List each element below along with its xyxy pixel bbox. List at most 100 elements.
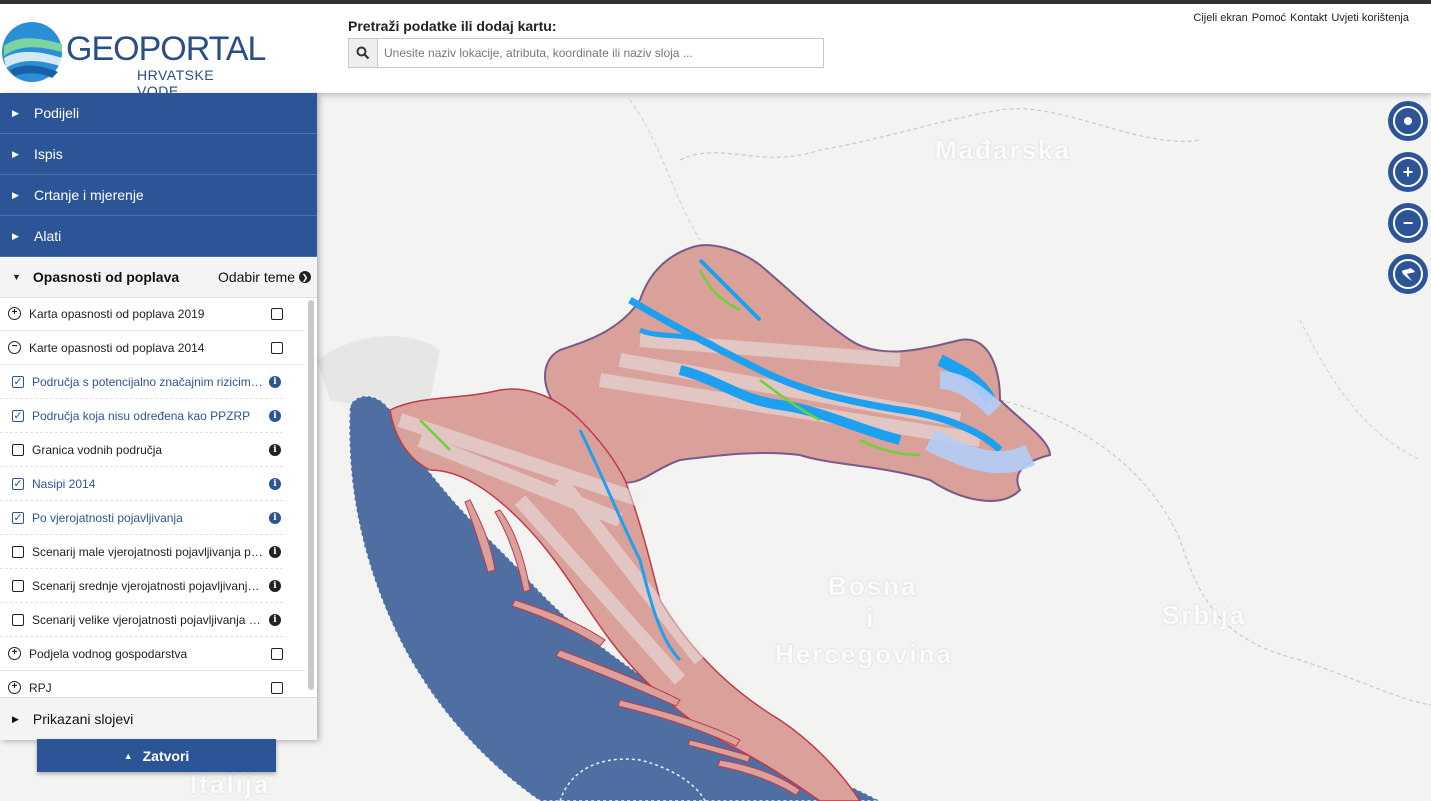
layer-list-scrollbar[interactable]	[308, 300, 314, 690]
side-panel: ▶ Podijeli ▶ Ispis ▶ Crtanje i mjerenje …	[0, 93, 317, 740]
layer-group-label: Podjela vodnog gospodarstva	[29, 646, 188, 661]
expand-plus-icon[interactable]: +	[8, 307, 21, 320]
search-icon	[356, 46, 370, 60]
link-contact[interactable]: Kontakt	[1290, 12, 1327, 24]
collapse-minus-icon[interactable]: −	[8, 341, 21, 354]
layer-row[interactable]: ✓ Po vjerojatnosti pojavljivanja i	[0, 501, 283, 535]
menu-tools[interactable]: ▶ Alati	[0, 216, 317, 257]
layer-checkbox-checked[interactable]: ✓	[12, 375, 24, 388]
caret-right-icon: ▶	[12, 713, 19, 724]
layer-label: Područja s potencijalno značajnim rizici…	[32, 374, 263, 389]
croatia-map-icon	[1393, 259, 1423, 289]
group-checkbox[interactable]	[271, 647, 283, 660]
info-icon[interactable]: i	[269, 375, 281, 388]
layer-checkbox[interactable]	[12, 443, 24, 456]
geoportal-logo[interactable]: GEOPORTAL HRVATSKE VODE	[0, 16, 266, 99]
layer-checkbox[interactable]	[12, 613, 24, 626]
full-extent-button[interactable]	[1388, 254, 1428, 294]
close-panel-label: Zatvori	[142, 747, 190, 764]
caret-right-icon: ▶	[12, 230, 19, 241]
layer-label: Nasipi 2014	[32, 476, 96, 491]
info-icon[interactable]: i	[269, 579, 281, 592]
caret-down-icon: ▼	[12, 272, 21, 282]
layer-group-label: Karta opasnosti od poplava 2019	[29, 306, 205, 321]
layer-checkbox-checked[interactable]: ✓	[12, 477, 24, 490]
layer-group-row[interactable]: + Podjela vodnog gospodarstva	[0, 637, 305, 671]
zoom-in-icon: +	[1393, 157, 1423, 187]
shown-layers-label: Prikazani slojevi	[32, 711, 134, 727]
locate-button[interactable]	[1388, 101, 1428, 141]
info-icon[interactable]: i	[269, 409, 281, 422]
layer-list: + Karta opasnosti od poplava 2019 − Kart…	[0, 297, 305, 697]
layer-group-label: RPJ	[29, 680, 52, 695]
menu-share-label: Podijeli	[34, 105, 80, 121]
shown-layers-header[interactable]: ▶ Prikazani slojevi	[0, 697, 317, 740]
layer-row[interactable]: Scenarij male vjerojatnosti pojavljivanj…	[0, 535, 283, 569]
layer-label: Područja koja nisu određena kao PPZRP	[32, 408, 251, 423]
search-label: Pretraži podatke ili dodaj kartu:	[348, 18, 557, 34]
layer-group-row[interactable]: + RPJ	[0, 671, 305, 697]
group-checkbox[interactable]	[271, 307, 283, 320]
layer-checkbox[interactable]	[12, 579, 24, 592]
info-icon[interactable]: i	[269, 613, 281, 626]
layer-label: Granica vodnih područja	[32, 442, 163, 457]
menu-print[interactable]: ▶ Ispis	[0, 134, 317, 175]
search-box	[348, 38, 824, 68]
active-theme-title: Opasnosti od poplava	[32, 269, 180, 285]
menu-draw-measure[interactable]: ▶ Crtanje i mjerenje	[0, 175, 317, 216]
choose-theme-label: Odabir teme	[217, 269, 295, 285]
logo-main-text: GEOPORTAL	[66, 30, 266, 68]
layer-label: Scenarij srednje vjerojatnosti pojavljiv…	[32, 578, 263, 593]
country-label-bosnia-2: i	[866, 603, 876, 633]
info-icon[interactable]: i	[269, 477, 281, 490]
country-label-bosnia-1: Bosna	[828, 571, 918, 601]
zoom-out-icon: −	[1393, 208, 1423, 238]
zoom-in-button[interactable]: +	[1388, 152, 1428, 192]
layer-checkbox[interactable]	[12, 545, 24, 558]
menu-tools-label: Alati	[34, 228, 62, 244]
layer-row[interactable]: ✓ Područja koja nisu određena kao PPZRP …	[0, 399, 283, 433]
layer-row[interactable]: ✓ Nasipi 2014 i	[0, 467, 283, 501]
group-checkbox[interactable]	[271, 681, 283, 694]
logo-globe-icon	[2, 22, 62, 82]
info-icon[interactable]: i	[269, 443, 281, 456]
header: GEOPORTAL HRVATSKE VODE Pretraži podatke…	[0, 4, 1431, 99]
layer-group-label: Karte opasnosti od poplava 2014	[29, 340, 205, 355]
top-links: Cijeli ekran Pomoć Kontakt Uvjeti korišt…	[1193, 12, 1409, 24]
layer-checkbox-checked[interactable]: ✓	[12, 511, 24, 524]
chevron-right-icon: ❯	[299, 271, 311, 283]
link-terms[interactable]: Uvjeti korištenja	[1331, 12, 1409, 24]
menu-print-label: Ispis	[34, 146, 63, 162]
info-icon[interactable]: i	[269, 511, 281, 524]
search-button[interactable]	[349, 39, 378, 67]
layer-group-row[interactable]: − Karte opasnosti od poplava 2014	[0, 331, 305, 365]
country-label-hungary: Mađarska	[935, 135, 1071, 165]
layer-row[interactable]: Scenarij velike vjerojatnosti pojavljiva…	[0, 603, 283, 637]
active-theme-header[interactable]: ▼ Opasnosti od poplava Odabir teme ❯	[0, 257, 317, 298]
caret-up-icon: ▲	[123, 750, 133, 761]
expand-plus-icon[interactable]: +	[8, 681, 21, 694]
choose-theme-link[interactable]: Odabir teme ❯	[218, 269, 311, 285]
layer-row[interactable]: Scenarij srednje vjerojatnosti pojavljiv…	[0, 569, 283, 603]
info-icon[interactable]: i	[269, 545, 281, 558]
zoom-out-button[interactable]: −	[1388, 203, 1428, 243]
layer-checkbox-checked[interactable]: ✓	[12, 409, 24, 422]
link-fullscreen[interactable]: Cijeli ekran	[1193, 12, 1247, 24]
croatia-shape-icon	[1402, 268, 1415, 281]
expand-plus-icon[interactable]: +	[8, 647, 21, 660]
search-input[interactable]	[378, 39, 823, 67]
group-checkbox[interactable]	[271, 341, 283, 354]
link-help[interactable]: Pomoć	[1252, 12, 1286, 24]
layer-label: Scenarij male vjerojatnosti pojavljivanj…	[32, 544, 263, 559]
layer-row[interactable]: ✓ Područja s potencijalno značajnim rizi…	[0, 365, 283, 399]
close-panel-button[interactable]: ▲ Zatvori	[37, 739, 276, 772]
layer-label: Scenarij velike vjerojatnosti pojavljiva…	[32, 612, 263, 627]
layer-label: Po vjerojatnosti pojavljivanja	[32, 510, 183, 525]
layer-row[interactable]: Granica vodnih područja i	[0, 433, 283, 467]
menu-share[interactable]: ▶ Podijeli	[0, 93, 317, 134]
caret-right-icon: ▶	[12, 148, 19, 159]
country-label-serbia: Srbija	[1162, 600, 1247, 630]
caret-right-icon: ▶	[12, 107, 19, 118]
country-label-bosnia-3: Hercegovina	[775, 639, 954, 669]
layer-group-row[interactable]: + Karta opasnosti od poplava 2019	[0, 297, 305, 331]
